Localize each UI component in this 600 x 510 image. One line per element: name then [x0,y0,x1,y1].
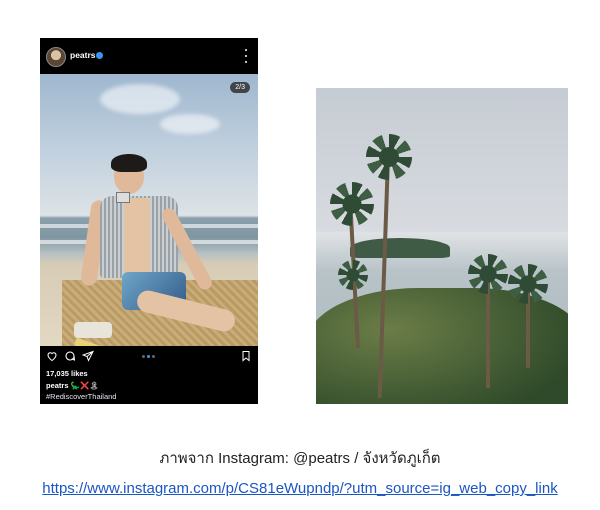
share-icon[interactable] [82,350,94,362]
source-link[interactable]: https://www.instagram.com/p/CS81eWupndp/… [0,480,600,497]
avatar[interactable] [46,47,66,67]
instagram-post: peatrs 2/3 ● 17,035 likes peatrs 🦕❌🏝 #R [40,38,258,404]
post-caption: peatrs 🦕❌🏝 [46,381,99,390]
comment-icon[interactable] [64,350,76,362]
caption-username[interactable]: peatrs [46,381,69,390]
hashtag-link[interactable]: #RediscoverThailand [46,392,116,401]
caption-emoji: 🦕❌🏝 [70,381,99,390]
more-options-icon[interactable] [243,49,249,63]
likes-count[interactable]: 17,035 likes [46,369,88,378]
post-header: peatrs [40,38,258,74]
save-icon[interactable] [240,350,252,362]
post-username[interactable]: peatrs [70,50,96,60]
verified-icon [96,52,103,59]
post-actions [40,346,258,366]
palm-trees-photo [316,88,568,404]
slide-counter: 2/3 [230,82,250,93]
heart-icon[interactable] [46,350,58,362]
photo-credit: ภาพจาก Instagram: @peatrs / จังหวัดภูเก็… [159,450,441,467]
post-photo[interactable]: 2/3 ● [40,74,258,346]
carousel-dots [142,355,155,358]
